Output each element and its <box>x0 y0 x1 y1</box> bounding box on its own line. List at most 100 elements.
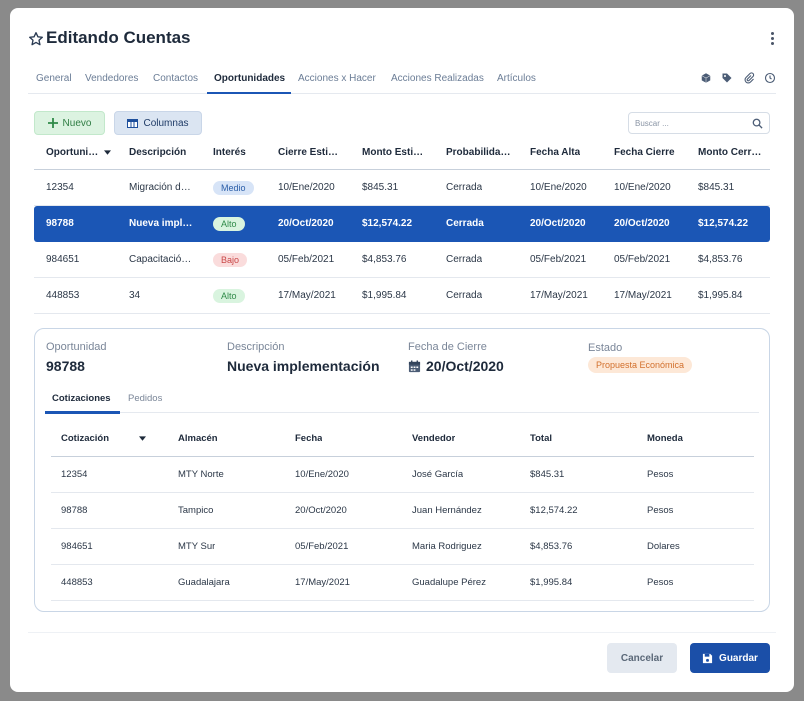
cell-description: Capacitació… <box>129 254 192 265</box>
more-options-icon[interactable] <box>768 31 776 49</box>
paperclip-icon[interactable] <box>743 72 755 84</box>
clock-icon[interactable] <box>764 72 776 84</box>
cell-total: $1,995.84 <box>530 577 573 588</box>
cell-amount-estimate: $12,574.22 <box>362 218 413 229</box>
tab-articulos[interactable]: Artículos <box>497 73 536 84</box>
table-row[interactable]: 448853 34 Alto 17/May/2021 $1,995.84 Cer… <box>34 278 770 314</box>
column-header-interest[interactable]: Interés <box>213 136 246 169</box>
active-subtab-indicator <box>45 411 120 414</box>
cell-closed-date: 10/Ene/2020 <box>614 182 671 193</box>
cancel-button[interactable]: Cancelar <box>607 643 677 673</box>
detail-subtab-bar: Cotizaciones Pedidos <box>45 391 759 414</box>
table-row[interactable]: 98788 Tampico 20/Oct/2020 Juan Hernández… <box>51 493 754 529</box>
column-header-warehouse[interactable]: Almacén <box>178 421 218 456</box>
column-header-closed-date[interactable]: Fecha Cierre <box>614 136 675 169</box>
close-date-value: 20/Oct/2020 <box>426 358 504 374</box>
cell-amount-closed: $12,574.22 <box>698 218 749 229</box>
cell-total: $4,853.76 <box>530 541 573 552</box>
cell-id: 98788 <box>46 218 74 229</box>
sort-desc-icon[interactable] <box>139 436 147 441</box>
cell-quote-id: 448853 <box>61 577 93 588</box>
column-header-date[interactable]: Fecha <box>295 421 322 456</box>
tab-acciones-x-hacer[interactable]: Acciones x Hacer <box>298 73 376 84</box>
floppy-disk-icon <box>702 653 713 663</box>
cell-description: Nueva impl… <box>129 218 193 229</box>
description-value: Nueva implementación <box>227 358 380 374</box>
column-header-opportunity[interactable]: Oportuni… <box>46 136 112 169</box>
star-icon[interactable] <box>28 31 44 47</box>
column-header-label: Oportuni… <box>46 147 99 158</box>
cell-interest: Medio <box>213 170 254 205</box>
sort-desc-icon[interactable] <box>104 150 112 155</box>
opportunity-label: Oportunidad <box>46 341 107 353</box>
subtab-pedidos[interactable]: Pedidos <box>128 393 162 404</box>
tab-vendedores[interactable]: Vendedores <box>85 73 138 84</box>
calendar-icon <box>408 359 421 372</box>
cube-icon[interactable] <box>700 72 712 84</box>
status-badge: Propuesta Económica <box>588 357 693 373</box>
columns-icon <box>127 118 139 128</box>
table-row-selected[interactable]: 98788 Nueva impl… Alto 20/Oct/2020 $12,5… <box>34 206 770 242</box>
cell-warehouse: Guadalajara <box>178 577 230 588</box>
close-date-group: 20/Oct/2020 <box>408 358 504 374</box>
columns-button[interactable]: Columnas <box>114 111 202 135</box>
cell-description: 34 <box>129 290 141 301</box>
tab-acciones-realizadas[interactable]: Acciones Realizadas <box>391 73 484 84</box>
cell-date: 05/Feb/2021 <box>295 541 349 552</box>
new-button-label: Nuevo <box>62 117 92 129</box>
cell-date: 17/May/2021 <box>295 577 350 588</box>
column-header-created-date[interactable]: Fecha Alta <box>530 136 580 169</box>
cell-close-estimate: 10/Ene/2020 <box>278 182 335 193</box>
cell-amount-closed: $1,995.84 <box>698 290 743 301</box>
table-row[interactable]: 984651 MTY Sur 05/Feb/2021 Maria Rodrigu… <box>51 529 754 565</box>
table-row[interactable]: 12354 Migración d… Medio 10/Ene/2020 $84… <box>34 170 770 206</box>
tab-contactos[interactable]: Contactos <box>153 73 198 84</box>
search-input[interactable] <box>635 116 745 130</box>
tab-oportunidades[interactable]: Oportunidades <box>214 73 285 84</box>
cell-id: 12354 <box>46 182 74 193</box>
column-header-total[interactable]: Total <box>530 421 552 456</box>
table-row[interactable]: 448853 Guadalajara 17/May/2021 Guadalupe… <box>51 565 754 601</box>
new-button[interactable]: Nuevo <box>34 111 105 135</box>
interest-badge: Alto <box>213 288 245 303</box>
search-icon[interactable] <box>752 118 763 129</box>
search-box <box>628 112 770 134</box>
column-header-amount-closed[interactable]: Monto Cerr… <box>698 136 761 169</box>
column-header-close-estimate[interactable]: Cierre Esti… <box>278 136 338 169</box>
save-button[interactable]: Guardar <box>690 643 770 673</box>
table-row[interactable]: 12354 MTY Norte 10/Ene/2020 José García … <box>51 457 754 493</box>
column-header-seller[interactable]: Vendedor <box>412 421 455 456</box>
column-header-description[interactable]: Descripción <box>129 136 186 169</box>
save-button-label: Guardar <box>719 652 758 664</box>
cell-quote-id: 98788 <box>61 505 88 516</box>
column-header-quote[interactable]: Cotización <box>61 421 147 456</box>
close-date-label: Fecha de Cierre <box>408 341 487 353</box>
cell-quote-id: 12354 <box>61 469 88 480</box>
cell-seller: Guadalupe Pérez <box>412 577 486 588</box>
column-header-currency[interactable]: Moneda <box>647 421 683 456</box>
column-header-label: Cotización <box>61 433 110 444</box>
column-header-amount-estimate[interactable]: Monto Esti… <box>362 136 423 169</box>
cell-probability: Cerrada <box>446 182 483 193</box>
dialog-header: Editando Cuentas <box>28 28 776 52</box>
cell-seller: Juan Hernández <box>412 505 482 516</box>
cell-close-estimate: 05/Feb/2021 <box>278 254 335 265</box>
cell-closed-date: 05/Feb/2021 <box>614 254 671 265</box>
tag-icon[interactable] <box>721 72 733 84</box>
description-label: Descripción <box>227 341 285 353</box>
table-row[interactable]: 984651 Capacitació… Bajo 05/Feb/2021 $4,… <box>34 242 770 278</box>
interest-badge: Alto <box>213 216 245 231</box>
cell-interest: Bajo <box>213 242 248 277</box>
column-header-probability[interactable]: Probabilida… <box>446 136 510 169</box>
subtab-cotizaciones[interactable]: Cotizaciones <box>52 393 111 404</box>
cell-id: 448853 <box>46 290 80 301</box>
quotes-grid: Cotización Almacén Fecha Vendedor Total … <box>51 421 754 601</box>
status-label: Estado <box>588 342 623 354</box>
cell-warehouse: Tampico <box>178 505 214 516</box>
cell-amount-estimate: $4,853.76 <box>362 254 407 265</box>
cell-probability: Cerrada <box>446 218 484 229</box>
tab-general[interactable]: General <box>36 73 72 84</box>
cell-currency: Pesos <box>647 577 674 588</box>
cell-amount-closed: $4,853.76 <box>698 254 743 265</box>
plus-icon <box>47 118 58 128</box>
